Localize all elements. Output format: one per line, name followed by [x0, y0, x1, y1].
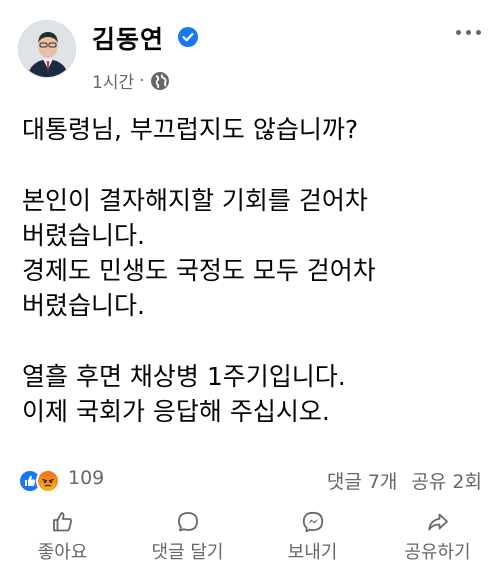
- post-text-line: 대통령님, 부끄럽지도 않습니까?: [22, 115, 359, 144]
- post-body: 대통령님, 부끄럽지도 않습니까? 본인이 결자해지할 기회를 걷어차버렸습니다.…: [22, 112, 492, 430]
- author-avatar[interactable]: [18, 20, 76, 78]
- comment-bubble-icon: [177, 512, 198, 532]
- share-button[interactable]: 공유하기: [375, 506, 500, 566]
- post-text-line: 버렸습니다.: [22, 220, 145, 250]
- reaction-count[interactable]: 109: [68, 467, 104, 489]
- post-text-line: [22, 147, 492, 182]
- post-time[interactable]: 1시간: [92, 68, 134, 93]
- verified-badge-icon: [178, 27, 198, 47]
- avatar-photo: [19, 21, 75, 77]
- post-header: 김동연 1시간 ·: [0, 0, 500, 100]
- comment-share-counts: 댓글 7개 공유 2회: [327, 467, 482, 494]
- angry-reaction-icon: [36, 469, 60, 493]
- more-dots-icon: [465, 29, 471, 35]
- share-label: 공유하기: [404, 542, 471, 563]
- more-options-button[interactable]: [450, 20, 486, 44]
- send-button[interactable]: 보내기: [250, 506, 375, 566]
- globe-icon: [150, 71, 169, 90]
- meta-separator: ·: [139, 70, 145, 91]
- like-label: 좋아요: [37, 542, 88, 563]
- post-text-line: 버렸습니다.: [22, 291, 145, 321]
- send-label: 보내기: [287, 542, 338, 563]
- like-button[interactable]: 좋아요: [0, 506, 125, 566]
- post-text-line: 경제도 민생도 국정도 모두 걷어차: [22, 256, 376, 286]
- comment-label: 댓글 달기: [151, 542, 224, 563]
- author-name[interactable]: 김동연: [92, 20, 164, 56]
- post-text-line: [22, 324, 492, 359]
- more-dots-icon: [475, 29, 481, 35]
- post-text-line: 이제 국회가 응답해 주십시오.: [22, 397, 330, 427]
- post-meta: 1시간 ·: [92, 68, 170, 93]
- comment-button[interactable]: 댓글 달기: [125, 506, 250, 566]
- post-text-line: 본인이 결자해지할 기회를 걷어차: [22, 185, 368, 215]
- post-actions: 좋아요 댓글 달기 보내기 공유하기: [0, 506, 500, 566]
- thumbs-up-icon: [52, 512, 72, 532]
- more-dots-icon: [455, 29, 461, 35]
- comment-count[interactable]: 댓글 7개: [327, 467, 398, 494]
- post-text-line: 열흘 후면 채상병 1주기입니다.: [22, 362, 346, 392]
- messenger-icon: [302, 511, 323, 533]
- share-arrow-icon: [427, 513, 448, 531]
- reaction-icons[interactable]: [18, 469, 62, 493]
- reactions-row: 109 댓글 7개 공유 2회: [0, 464, 500, 498]
- share-count[interactable]: 공유 2회: [411, 467, 482, 494]
